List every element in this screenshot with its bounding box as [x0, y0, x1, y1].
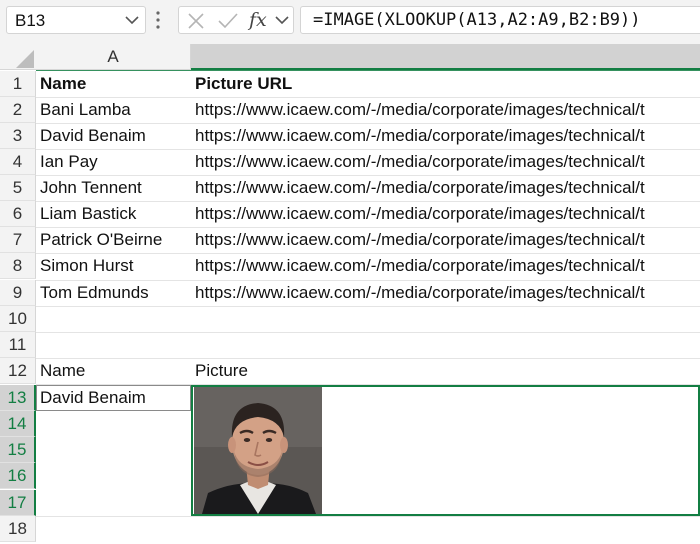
row-header[interactable]: 11	[0, 332, 36, 358]
gridline	[36, 516, 700, 517]
cell-b8[interactable]: https://www.icaew.com/-/media/corporate/…	[195, 253, 700, 279]
select-all-triangle-icon	[16, 50, 34, 68]
row-header-selected[interactable]: 16	[0, 463, 36, 489]
cell-b6[interactable]: https://www.icaew.com/-/media/corporate/…	[195, 201, 700, 227]
row-header-selected[interactable]: 14	[0, 411, 36, 437]
cell-b5[interactable]: https://www.icaew.com/-/media/corporate/…	[195, 175, 700, 201]
gridline	[36, 306, 700, 307]
cell-a9[interactable]: Tom Edmunds	[40, 280, 190, 306]
cell-a1[interactable]: Name	[40, 71, 190, 97]
cell-a13-border	[36, 385, 191, 411]
checkmark-icon[interactable]	[217, 12, 239, 30]
cell-b2[interactable]: https://www.icaew.com/-/media/corporate/…	[195, 97, 700, 123]
insert-function-button[interactable]: fx	[249, 9, 267, 31]
row-header[interactable]: 10	[0, 306, 36, 332]
cell-b1[interactable]: Picture URL	[195, 71, 700, 97]
selection-range	[191, 385, 700, 516]
vertical-dots-icon	[156, 11, 160, 29]
row-header-selected[interactable]: 13	[0, 385, 36, 411]
cell-b12[interactable]: Picture	[195, 358, 700, 384]
row-header[interactable]: 7	[0, 227, 36, 253]
cell-a6[interactable]: Liam Bastick	[40, 201, 190, 227]
formula-input[interactable]: =IMAGE(XLOOKUP(A13,A2:A9,B2:B9))	[300, 6, 700, 34]
row-header[interactable]: 2	[0, 97, 36, 123]
row-header[interactable]: 9	[0, 280, 36, 306]
row-header[interactable]: 6	[0, 201, 36, 227]
cell-a8[interactable]: Simon Hurst	[40, 253, 190, 279]
cell-a7[interactable]: Patrick O'Beirne	[40, 227, 190, 253]
cell-b3[interactable]: https://www.icaew.com/-/media/corporate/…	[195, 123, 700, 149]
row-header[interactable]: 8	[0, 253, 36, 279]
row-header[interactable]: 1	[0, 71, 36, 97]
name-box[interactable]: B13	[6, 6, 146, 34]
chevron-down-icon[interactable]	[125, 15, 139, 25]
name-box-value: B13	[15, 11, 46, 30]
cell-b4[interactable]: https://www.icaew.com/-/media/corporate/…	[195, 149, 700, 175]
row-header[interactable]: 18	[0, 516, 36, 542]
cell-a2[interactable]: Bani Lamba	[40, 97, 190, 123]
cell-a5[interactable]: John Tennent	[40, 175, 190, 201]
row-header-selected[interactable]: 17	[0, 490, 36, 516]
row-header[interactable]: 4	[0, 149, 36, 175]
cell-a4[interactable]: Ian Pay	[40, 149, 190, 175]
cell-a3[interactable]: David Benaim	[40, 123, 190, 149]
cell-a12[interactable]: Name	[40, 358, 190, 384]
formula-controls: fx	[178, 6, 294, 34]
close-icon[interactable]	[187, 12, 205, 30]
cell-b7[interactable]: https://www.icaew.com/-/media/corporate/…	[195, 227, 700, 253]
row-header[interactable]: 12	[0, 358, 36, 384]
column-header-b[interactable]	[191, 44, 700, 70]
row-header[interactable]: 5	[0, 175, 36, 201]
row-header[interactable]: 3	[0, 123, 36, 149]
row-header-selected[interactable]: 15	[0, 437, 36, 463]
chevron-down-icon[interactable]	[275, 15, 289, 25]
gridline	[36, 332, 700, 333]
column-header-a[interactable]: A	[36, 44, 191, 70]
select-all-button[interactable]	[0, 44, 36, 70]
cell-b9[interactable]: https://www.icaew.com/-/media/corporate/…	[195, 280, 700, 306]
formula-bar: B13 fx =IMAGE(XLOOKUP(A13,A2:A9,B2:B9))	[0, 0, 700, 44]
formula-text: =IMAGE(XLOOKUP(A13,A2:A9,B2:B9))	[313, 10, 641, 30]
